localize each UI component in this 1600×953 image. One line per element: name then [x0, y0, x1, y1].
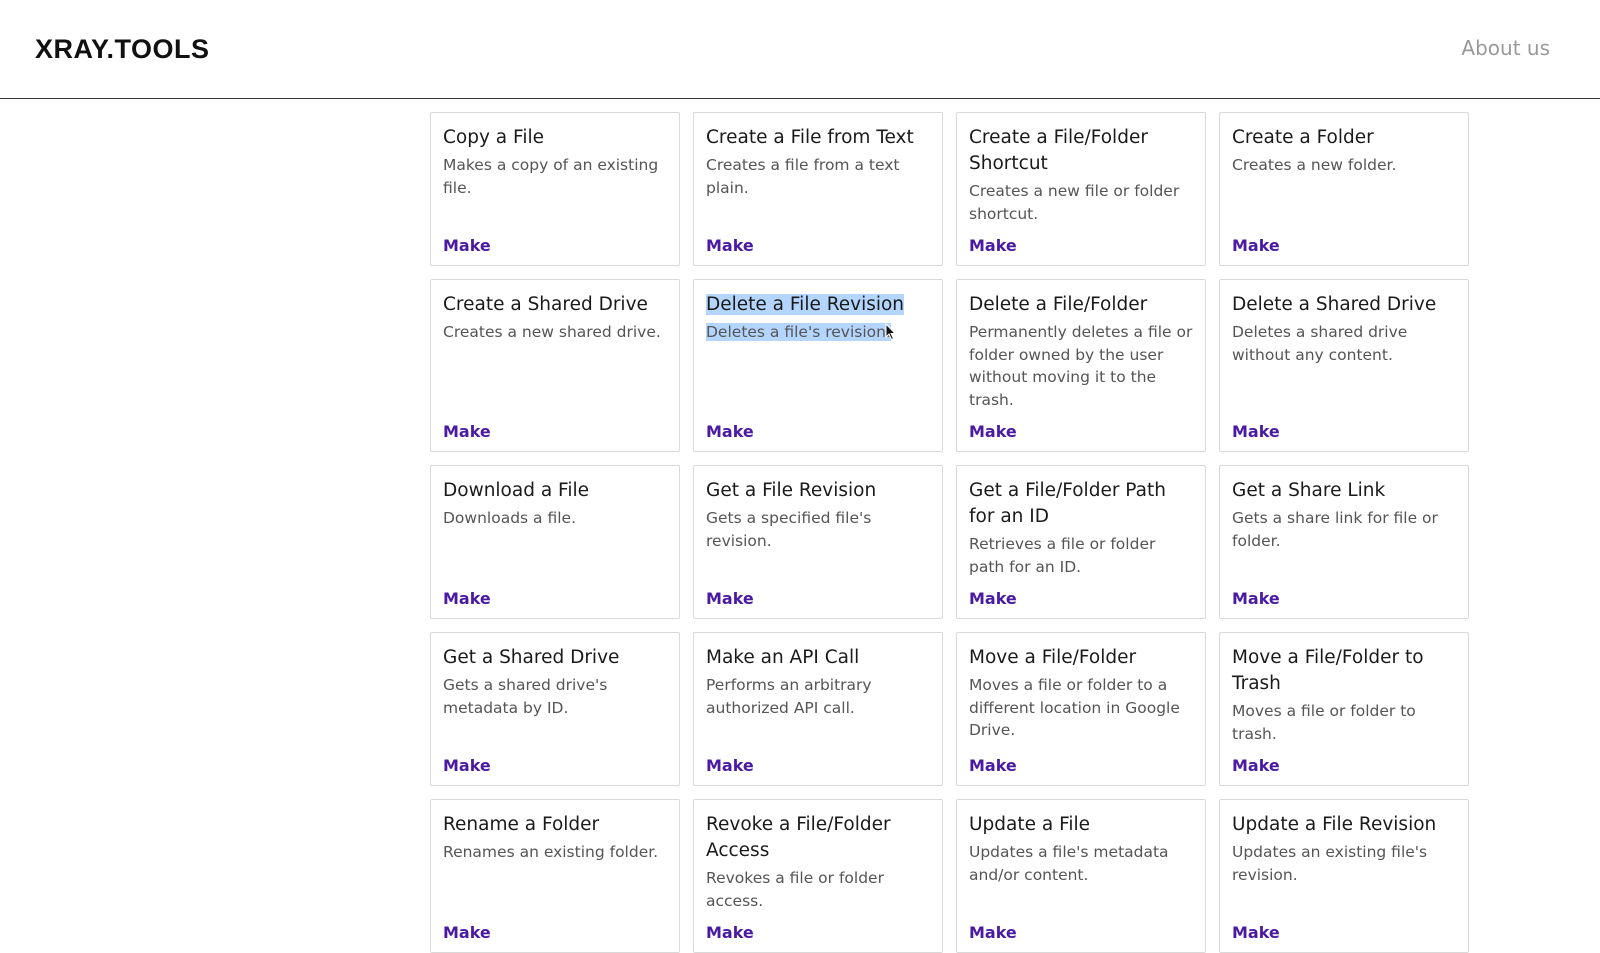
make-link[interactable]: Make: [969, 589, 1193, 608]
card-title: Update a File: [969, 814, 1091, 835]
card-title: Get a File/Folder Path for an ID: [969, 480, 1166, 527]
make-link[interactable]: Make: [1232, 236, 1456, 255]
make-link[interactable]: Make: [706, 422, 930, 441]
module-card[interactable]: Get a Shared Drive Gets a shared drive's…: [430, 632, 680, 786]
about-us-link[interactable]: About us: [1461, 36, 1550, 60]
card-description: Gets a shared drive's metadata by ID.: [443, 676, 608, 717]
card-title: Delete a Shared Drive: [1232, 294, 1437, 315]
module-card[interactable]: Move a File/Folder to Trash Moves a file…: [1219, 632, 1469, 786]
make-link[interactable]: Make: [706, 923, 930, 942]
card-title: Update a File Revision: [1232, 814, 1437, 835]
module-card[interactable]: Get a Share Link Gets a share link for f…: [1219, 465, 1469, 619]
make-link[interactable]: Make: [706, 589, 930, 608]
card-description: Performs an arbitrary authorized API cal…: [706, 676, 872, 717]
card-title: Create a Folder: [1232, 127, 1374, 148]
card-description: Updates a file's metadata and/or content…: [969, 843, 1169, 884]
module-card-selected[interactable]: Delete a File Revision Deletes a file's …: [693, 279, 943, 452]
card-description: Creates a file from a text plain.: [706, 156, 900, 197]
make-link[interactable]: Make: [443, 589, 667, 608]
module-card[interactable]: Create a Shared Drive Creates a new shar…: [430, 279, 680, 452]
make-link[interactable]: Make: [969, 422, 1193, 441]
card-title: Revoke a File/Folder Access: [706, 814, 891, 861]
make-link[interactable]: Make: [969, 236, 1193, 255]
module-card[interactable]: Create a Folder Creates a new folder. Ma…: [1219, 112, 1469, 266]
card-description: Moves a file or folder to a different lo…: [969, 676, 1180, 739]
make-link[interactable]: Make: [443, 422, 667, 441]
module-card[interactable]: Download a File Downloads a file. Make: [430, 465, 680, 619]
module-card[interactable]: Update a File Updates a file's metadata …: [956, 799, 1206, 953]
card-description: Makes a copy of an existing file.: [443, 156, 659, 197]
module-card[interactable]: Delete a File/Folder Permanently deletes…: [956, 279, 1206, 452]
card-title: Get a Share Link: [1232, 480, 1386, 501]
card-title: Move a File/Folder: [969, 647, 1137, 668]
make-link[interactable]: Make: [1232, 422, 1456, 441]
card-description: Permanently deletes a file or folder own…: [969, 323, 1193, 409]
card-description: Revokes a file or folder access.: [706, 869, 884, 910]
make-link[interactable]: Make: [706, 756, 930, 775]
make-link[interactable]: Make: [443, 923, 667, 942]
card-description: Gets a specified file's revision.: [706, 509, 872, 550]
module-card[interactable]: Rename a Folder Renames an existing fold…: [430, 799, 680, 953]
module-card[interactable]: Revoke a File/Folder Access Revokes a fi…: [693, 799, 943, 953]
module-card[interactable]: Get a File Revision Gets a specified fil…: [693, 465, 943, 619]
module-card[interactable]: Delete a Shared Drive Deletes a shared d…: [1219, 279, 1469, 452]
card-title: Create a Shared Drive: [443, 294, 648, 315]
card-description: Deletes a shared drive without any conte…: [1232, 323, 1408, 364]
card-title: Create a File/Folder Shortcut: [969, 127, 1148, 174]
card-title: Get a File Revision: [706, 480, 877, 501]
card-description: Creates a new file or folder shortcut.: [969, 182, 1180, 223]
site-logo[interactable]: XRAY.TOOLS: [35, 34, 210, 65]
card-title: Create a File from Text: [706, 127, 914, 148]
card-title: Copy a File: [443, 127, 544, 148]
module-card[interactable]: Create a File from Text Creates a file f…: [693, 112, 943, 266]
card-description: Retrieves a file or folder path for an I…: [969, 535, 1156, 576]
card-description: Moves a file or folder to trash.: [1232, 702, 1416, 743]
make-link[interactable]: Make: [969, 923, 1193, 942]
card-description: Creates a new folder.: [1232, 156, 1397, 174]
card-description: Downloads a file.: [443, 509, 577, 527]
module-card[interactable]: Get a File/Folder Path for an ID Retriev…: [956, 465, 1206, 619]
site-header: XRAY.TOOLS About us: [0, 0, 1600, 99]
module-card[interactable]: Copy a File Makes a copy of an existing …: [430, 112, 680, 266]
card-title: Make an API Call: [706, 647, 860, 668]
card-title: Move a File/Folder to Trash: [1232, 647, 1424, 694]
make-link[interactable]: Make: [443, 756, 667, 775]
module-grid: Copy a File Makes a copy of an existing …: [430, 112, 1469, 953]
card-description: Deletes a file's revision.: [706, 323, 891, 341]
make-link[interactable]: Make: [969, 756, 1193, 775]
module-card[interactable]: Update a File Revision Updates an existi…: [1219, 799, 1469, 953]
make-link[interactable]: Make: [1232, 756, 1456, 775]
module-card[interactable]: Move a File/Folder Moves a file or folde…: [956, 632, 1206, 786]
make-link[interactable]: Make: [1232, 923, 1456, 942]
card-description: Gets a share link for file or folder.: [1232, 509, 1438, 550]
card-title: Get a Shared Drive: [443, 647, 620, 668]
card-title: Rename a Folder: [443, 814, 600, 835]
module-card[interactable]: Create a File/Folder Shortcut Creates a …: [956, 112, 1206, 266]
make-link[interactable]: Make: [1232, 589, 1456, 608]
make-link[interactable]: Make: [706, 236, 930, 255]
card-description: Renames an existing folder.: [443, 843, 659, 861]
module-card[interactable]: Make an API Call Performs an arbitrary a…: [693, 632, 943, 786]
card-description: Creates a new shared drive.: [443, 323, 661, 341]
card-description: Updates an existing file's revision.: [1232, 843, 1428, 884]
make-link[interactable]: Make: [443, 236, 667, 255]
card-title: Delete a File/Folder: [969, 294, 1148, 315]
card-title: Delete a File Revision: [706, 294, 905, 315]
card-title: Download a File: [443, 480, 590, 501]
